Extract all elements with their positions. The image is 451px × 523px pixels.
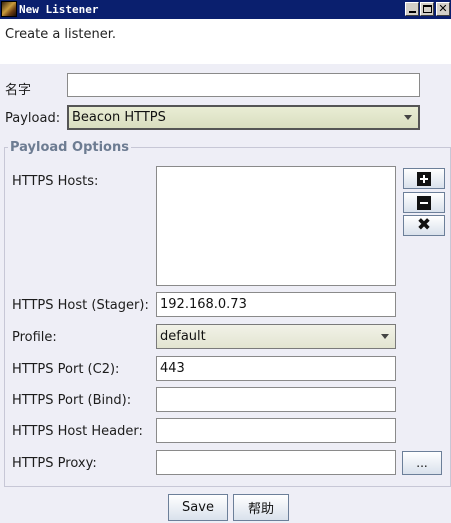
hosts-list[interactable] bbox=[156, 166, 396, 286]
payload-options-title: Payload Options bbox=[8, 140, 131, 155]
remove-host-button[interactable] bbox=[403, 192, 445, 213]
add-host-button[interactable] bbox=[403, 168, 445, 189]
payload-value: Beacon HTTPS bbox=[72, 110, 166, 125]
port-c2-label: HTTPS Port (C2): bbox=[12, 362, 120, 377]
close-button[interactable]: ✕ bbox=[436, 2, 450, 16]
window-title: New Listener bbox=[19, 3, 99, 16]
maximize-button[interactable] bbox=[420, 2, 434, 16]
proxy-settings-button[interactable]: ... bbox=[402, 451, 442, 475]
stager-input[interactable]: 192.168.0.73 bbox=[156, 292, 396, 317]
help-button[interactable]: 帮助 bbox=[233, 494, 289, 521]
port-bind-input[interactable] bbox=[156, 387, 396, 412]
port-c2-input[interactable]: 443 bbox=[156, 356, 396, 381]
clear-icon: ✖ bbox=[416, 215, 432, 235]
close-icon: ✕ bbox=[438, 2, 448, 15]
remove-icon bbox=[417, 195, 431, 210]
payload-label: Payload: bbox=[5, 111, 61, 126]
chevron-down-icon bbox=[398, 107, 418, 128]
hosts-label: HTTPS Hosts: bbox=[12, 174, 99, 189]
profile-label: Profile: bbox=[12, 330, 57, 345]
proxy-label: HTTPS Proxy: bbox=[12, 456, 97, 471]
proxy-input[interactable] bbox=[156, 450, 396, 475]
chevron-down-icon bbox=[375, 325, 395, 348]
minimize-button[interactable] bbox=[405, 2, 419, 16]
minimize-icon bbox=[408, 11, 416, 13]
name-label: 名字 bbox=[5, 83, 32, 98]
host-header-label: HTTPS Host Header: bbox=[12, 424, 143, 439]
host-header-input[interactable] bbox=[156, 418, 396, 443]
save-button[interactable]: Save bbox=[168, 494, 228, 521]
stager-label: HTTPS Host (Stager): bbox=[12, 298, 149, 313]
description-text: Create a listener. bbox=[5, 27, 117, 42]
maximize-icon bbox=[422, 5, 432, 13]
name-input[interactable] bbox=[67, 73, 420, 97]
clear-hosts-button[interactable]: ✖ bbox=[403, 215, 445, 236]
profile-select[interactable]: default bbox=[156, 324, 396, 349]
payload-select[interactable]: Beacon HTTPS bbox=[67, 105, 420, 130]
port-bind-label: HTTPS Port (Bind): bbox=[12, 393, 132, 408]
add-icon bbox=[417, 171, 431, 186]
profile-value: default bbox=[160, 329, 206, 344]
app-icon bbox=[1, 1, 17, 17]
